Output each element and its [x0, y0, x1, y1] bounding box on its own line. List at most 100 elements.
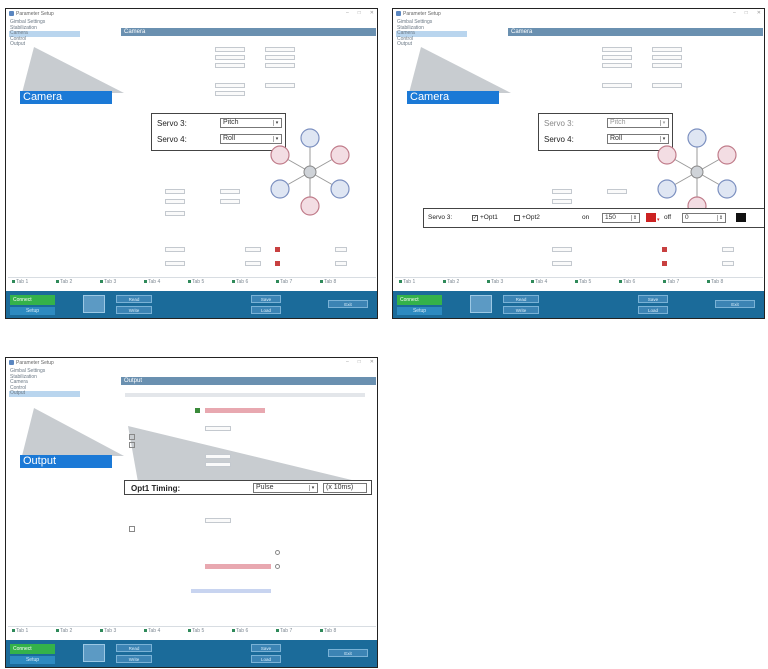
opt1-checkbox[interactable]: ✓	[472, 215, 478, 221]
field-input[interactable]	[552, 189, 572, 194]
field-input[interactable]	[602, 47, 632, 52]
field-input[interactable]	[245, 247, 261, 252]
color-swatch[interactable]	[646, 213, 656, 222]
field-input[interactable]	[220, 199, 240, 204]
footer-tab[interactable]: Tab 7	[663, 279, 679, 285]
checkbox[interactable]	[129, 526, 135, 532]
field-input[interactable]	[245, 261, 261, 266]
field-input[interactable]	[215, 91, 245, 96]
field-input[interactable]	[607, 189, 627, 194]
footer-tab[interactable]: Tab 3	[487, 279, 503, 285]
sidebar-item-output[interactable]: Output	[9, 390, 80, 397]
opt1-timing-select[interactable]: Pulse ▾	[253, 483, 318, 493]
exit-button[interactable]: Exit	[328, 649, 368, 657]
field-input[interactable]	[722, 261, 734, 266]
footer-tab[interactable]: Tab 5	[188, 279, 204, 285]
footer-tab[interactable]: Tab 6	[232, 628, 248, 634]
checkbox[interactable]	[129, 442, 135, 448]
color-swatch[interactable]	[275, 247, 280, 252]
field-input[interactable]	[215, 63, 245, 68]
connect-button[interactable]: Connect	[10, 295, 55, 305]
radio-button[interactable]	[275, 550, 280, 555]
color-swatch[interactable]	[662, 247, 667, 252]
field-input[interactable]	[215, 55, 245, 60]
footer-tab[interactable]: Tab 4	[144, 628, 160, 634]
field-input[interactable]	[652, 83, 682, 88]
field-input[interactable]	[335, 247, 347, 252]
field-input[interactable]	[265, 63, 295, 68]
footer-tab[interactable]: Tab 7	[276, 628, 292, 634]
footer-tab[interactable]: Tab 3	[100, 279, 116, 285]
stepper-icon[interactable]: ⇕	[631, 215, 638, 221]
footer-tab[interactable]: Tab 5	[188, 628, 204, 634]
footer-tab[interactable]: Tab 8	[320, 279, 336, 285]
field-input[interactable]	[205, 454, 231, 459]
footer-tab[interactable]: Tab 5	[575, 279, 591, 285]
load-button[interactable]: Load	[251, 306, 281, 314]
write-button[interactable]: Write	[116, 655, 152, 663]
field-input[interactable]	[165, 189, 185, 194]
footer-tab[interactable]: Tab 8	[707, 279, 723, 285]
opt2-checkbox[interactable]	[514, 215, 520, 221]
chevron-down-icon[interactable]: ▾	[309, 485, 316, 491]
setup-button[interactable]: Setup	[10, 656, 55, 664]
read-button[interactable]: Read	[116, 295, 152, 303]
read-button[interactable]: Read	[503, 295, 539, 303]
field-input[interactable]	[602, 83, 632, 88]
connect-button[interactable]: Connect	[397, 295, 442, 305]
footer-tab[interactable]: Tab 1	[399, 279, 415, 285]
field-input[interactable]	[220, 189, 240, 194]
write-button[interactable]: Write	[503, 306, 539, 314]
footer-tab[interactable]: Tab 3	[100, 628, 116, 634]
field-input[interactable]	[652, 47, 682, 52]
setup-button[interactable]: Setup	[397, 307, 442, 315]
footer-tab[interactable]: Tab 7	[276, 279, 292, 285]
on-value-input[interactable]: 150 ⇕	[602, 213, 640, 223]
stepper-icon[interactable]: ⇕	[717, 215, 724, 221]
load-button[interactable]: Load	[638, 306, 668, 314]
footer-tab[interactable]: Tab 1	[12, 628, 28, 634]
load-button[interactable]: Load	[251, 655, 281, 663]
off-value-input[interactable]: 0 ⇕	[682, 213, 726, 223]
color-swatch[interactable]	[736, 213, 746, 222]
field-input[interactable]	[265, 55, 295, 60]
field-input[interactable]	[205, 518, 231, 523]
save-button[interactable]: Save	[251, 644, 281, 652]
field-input[interactable]	[215, 83, 245, 88]
field-input[interactable]	[652, 55, 682, 60]
footer-tab[interactable]: Tab 2	[56, 279, 72, 285]
footer-tab[interactable]: Tab 6	[232, 279, 248, 285]
setup-button[interactable]: Setup	[10, 307, 55, 315]
footer-tab[interactable]: Tab 4	[144, 279, 160, 285]
footer-tab[interactable]: Tab 8	[320, 628, 336, 634]
read-button[interactable]: Read	[116, 644, 152, 652]
field-input[interactable]	[652, 63, 682, 68]
write-button[interactable]: Write	[116, 306, 152, 314]
field-input[interactable]	[165, 261, 185, 266]
field-input[interactable]	[205, 426, 231, 431]
field-input[interactable]	[722, 247, 734, 252]
opt1-timing-unit[interactable]: (x 10ms)	[323, 483, 367, 493]
connect-button[interactable]: Connect	[10, 644, 55, 654]
field-input[interactable]	[265, 83, 295, 88]
footer-tab[interactable]: Tab 4	[531, 279, 547, 285]
maximize-icon[interactable]: □	[745, 10, 748, 16]
close-icon[interactable]: ✕	[370, 10, 374, 16]
footer-tab[interactable]: Tab 2	[443, 279, 459, 285]
field-input[interactable]	[215, 47, 245, 52]
minimize-icon[interactable]: –	[346, 359, 349, 365]
field-input[interactable]	[165, 247, 185, 252]
maximize-icon[interactable]: □	[358, 359, 361, 365]
maximize-icon[interactable]: □	[358, 10, 361, 16]
color-swatch[interactable]	[662, 261, 667, 266]
close-icon[interactable]: ✕	[370, 359, 374, 365]
exit-button[interactable]: Exit	[328, 300, 368, 308]
field-input[interactable]	[602, 63, 632, 68]
field-input[interactable]	[335, 261, 347, 266]
field-input[interactable]	[265, 47, 295, 52]
link-text[interactable]	[191, 589, 271, 593]
minimize-icon[interactable]: –	[346, 10, 349, 16]
field-input[interactable]	[205, 462, 231, 467]
minimize-icon[interactable]: –	[733, 10, 736, 16]
exit-button[interactable]: Exit	[715, 300, 755, 308]
